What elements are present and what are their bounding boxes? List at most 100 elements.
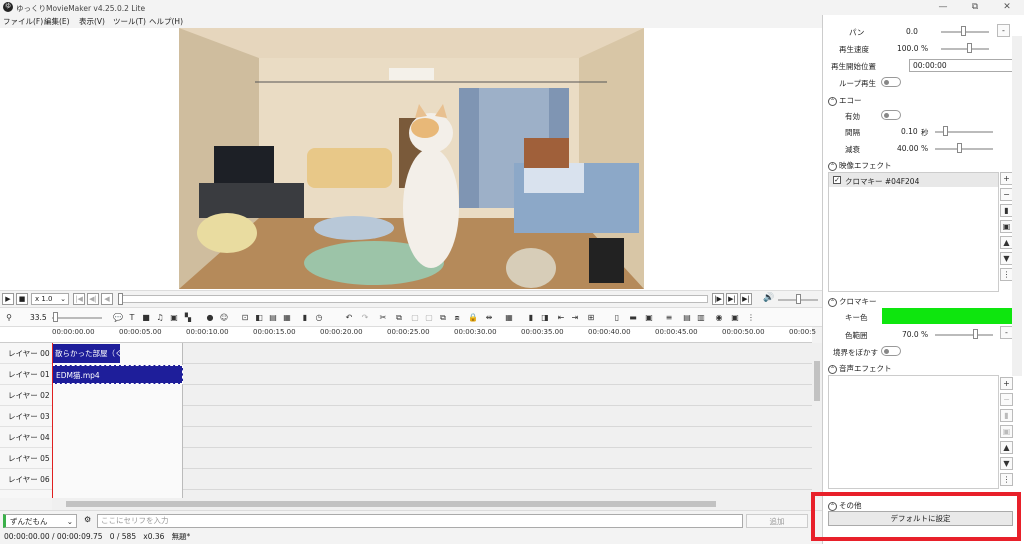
remove-audio-effect-button[interactable]: − bbox=[1000, 393, 1013, 406]
zoom-slider[interactable] bbox=[52, 317, 102, 319]
audio-effect-header[interactable]: ⌃ 音声エフェクト bbox=[828, 363, 892, 374]
step-forward-icon[interactable]: ▶| bbox=[726, 293, 738, 305]
timeline-hscroll[interactable] bbox=[52, 498, 812, 510]
audio-move-down-icon[interactable]: ▼ bbox=[1000, 457, 1013, 470]
pan-thumb[interactable] bbox=[961, 26, 966, 36]
decay-thumb[interactable] bbox=[957, 143, 962, 153]
restore-button[interactable]: ⧉ bbox=[960, 0, 990, 15]
smile-icon[interactable]: ☺ bbox=[219, 313, 229, 323]
effect-icon[interactable]: ⊡ bbox=[240, 313, 250, 323]
stop-button[interactable]: ■ bbox=[16, 293, 28, 305]
arrow-left-icon[interactable]: ⇤ bbox=[556, 313, 566, 323]
video-preview[interactable] bbox=[179, 28, 644, 289]
layer-header[interactable]: レイヤー 05 bbox=[0, 448, 52, 469]
decay-slider[interactable] bbox=[935, 148, 993, 150]
snapshot-icon[interactable]: ▣ bbox=[730, 313, 740, 323]
paste-icon[interactable]: ▢ bbox=[410, 313, 420, 323]
chroma-header[interactable]: ⌃ クロマキー bbox=[828, 296, 877, 307]
video-icon[interactable]: ■ bbox=[141, 313, 151, 323]
remove-icon[interactable]: ◨ bbox=[540, 313, 550, 323]
camera-icon[interactable]: ◉ bbox=[714, 313, 724, 323]
load-audio-preset-icon[interactable]: ▣ bbox=[1000, 425, 1013, 438]
layer-header[interactable]: レイヤー 01 bbox=[0, 364, 52, 385]
copy-icon[interactable]: ⧉ bbox=[394, 313, 404, 323]
duplicate-icon[interactable]: ⧉ bbox=[438, 313, 448, 323]
folder-icon[interactable]: ▬ bbox=[628, 313, 638, 323]
shape-icon[interactable]: ▚ bbox=[183, 313, 193, 323]
play-button[interactable]: ▶ bbox=[2, 293, 14, 305]
skip-start-icon[interactable]: |◀ bbox=[73, 293, 85, 305]
layer-header[interactable]: レイヤー 04 bbox=[0, 427, 52, 448]
audio-more-icon[interactable]: ⋮ bbox=[1000, 473, 1013, 486]
file-icon[interactable]: ▯ bbox=[612, 313, 622, 323]
audio-move-up-icon[interactable]: ▲ bbox=[1000, 441, 1013, 454]
echo-enabled-toggle[interactable] bbox=[881, 110, 901, 120]
timeline-vscroll[interactable] bbox=[812, 343, 822, 498]
table-icon[interactable]: ▦ bbox=[504, 313, 514, 323]
volume-thumb[interactable] bbox=[796, 294, 801, 304]
person-icon[interactable]: ● bbox=[205, 313, 215, 323]
undo-icon[interactable]: ↶ bbox=[344, 313, 354, 323]
video-effect-list[interactable]: ✓ クロマキー #04F204 bbox=[828, 172, 999, 292]
blur-toggle[interactable] bbox=[881, 346, 901, 356]
loop-toggle[interactable] bbox=[881, 77, 901, 87]
dialogue-input[interactable]: ここにセリフを入力 bbox=[97, 514, 743, 528]
start-position-input[interactable]: 00:00:00 bbox=[909, 59, 1013, 72]
lock-icon[interactable]: 🔒 bbox=[468, 313, 478, 323]
music-icon[interactable]: ♫ bbox=[155, 313, 165, 323]
layer-header[interactable]: レイヤー 02 bbox=[0, 385, 52, 406]
redo-icon[interactable]: ↷ bbox=[360, 313, 370, 323]
marker-icon[interactable]: ⋮ bbox=[746, 313, 756, 323]
character-select[interactable]: ずんだもん ⌄ bbox=[3, 514, 77, 528]
clock-icon[interactable]: ◷ bbox=[314, 313, 324, 323]
step-back-icon[interactable]: ◀| bbox=[87, 293, 99, 305]
doc-icon[interactable]: ▤ bbox=[682, 313, 692, 323]
time-ruler[interactable]: 00:00:00.00 00:00:05.00 00:00:10.00 00:0… bbox=[52, 327, 816, 343]
layer-header[interactable]: レイヤー 00 bbox=[0, 343, 52, 364]
audio-effect-list[interactable] bbox=[828, 375, 999, 489]
menu-view[interactable]: 表示(V) bbox=[79, 16, 105, 27]
arrow-right-icon[interactable]: ⇥ bbox=[570, 313, 580, 323]
grid-icon[interactable]: ▦ bbox=[282, 313, 292, 323]
next-frame-icon[interactable]: |▶ bbox=[712, 293, 724, 305]
speed-slider[interactable] bbox=[941, 48, 989, 50]
video-clip[interactable]: EDM猫.mp4 bbox=[52, 365, 183, 384]
add-button[interactable]: 追加 bbox=[746, 514, 808, 528]
settings-icon[interactable]: ≡ bbox=[664, 313, 674, 323]
echo-header[interactable]: ⌃ エコー bbox=[828, 95, 862, 106]
speech-icon[interactable]: 💬 bbox=[113, 313, 123, 323]
text-clip[interactable]: 散らかった部屋（ぐ bbox=[52, 344, 120, 363]
group-icon[interactable]: ▤ bbox=[268, 313, 278, 323]
voice-settings-icon[interactable]: ⚙ bbox=[84, 515, 91, 524]
playhead[interactable] bbox=[52, 343, 53, 498]
delete-icon[interactable]: ▮ bbox=[526, 313, 536, 323]
skip-end-icon[interactable]: ▶| bbox=[740, 293, 752, 305]
key-color-swatch[interactable] bbox=[882, 308, 1012, 324]
minimize-button[interactable]: — bbox=[928, 0, 958, 15]
add-audio-effect-button[interactable]: + bbox=[1000, 377, 1013, 390]
menu-file[interactable]: ファイル(F) bbox=[3, 16, 43, 27]
prev-frame-icon[interactable]: ◀ bbox=[101, 293, 113, 305]
panel-scrollbar[interactable] bbox=[1012, 36, 1022, 376]
video-effect-header[interactable]: ⌃ 映像エフェクト bbox=[828, 160, 892, 171]
split-icon[interactable]: ⧈ bbox=[452, 313, 462, 323]
close-button[interactable]: ✕ bbox=[992, 0, 1022, 15]
cut-icon[interactable]: ✂ bbox=[378, 313, 388, 323]
zoom-thumb[interactable] bbox=[53, 312, 58, 322]
save-icon[interactable]: ▮ bbox=[300, 313, 310, 323]
timeline-lanes[interactable]: 散らかった部屋（ぐ EDM猫.mp4 bbox=[52, 343, 812, 498]
vscroll-thumb[interactable] bbox=[814, 361, 820, 401]
transition-icon[interactable]: ◧ bbox=[254, 313, 264, 323]
hscroll-thumb[interactable] bbox=[66, 501, 716, 507]
chroma-checkbox[interactable]: ✓ bbox=[833, 176, 841, 184]
speed-select[interactable]: x 1.0 ⌄ bbox=[31, 293, 69, 305]
menu-help[interactable]: ヘルプ(H) bbox=[149, 16, 183, 27]
text-icon[interactable]: T bbox=[127, 313, 137, 323]
layer-header[interactable]: レイヤー 06 bbox=[0, 469, 52, 490]
volume-icon[interactable]: 🔊 bbox=[763, 293, 774, 303]
layer-header[interactable]: レイヤー 03 bbox=[0, 406, 52, 427]
export-icon[interactable]: ▥ bbox=[696, 313, 706, 323]
menu-edit[interactable]: 編集(E) bbox=[44, 16, 70, 27]
seek-thumb[interactable] bbox=[118, 293, 123, 305]
range-thumb[interactable] bbox=[973, 329, 978, 339]
